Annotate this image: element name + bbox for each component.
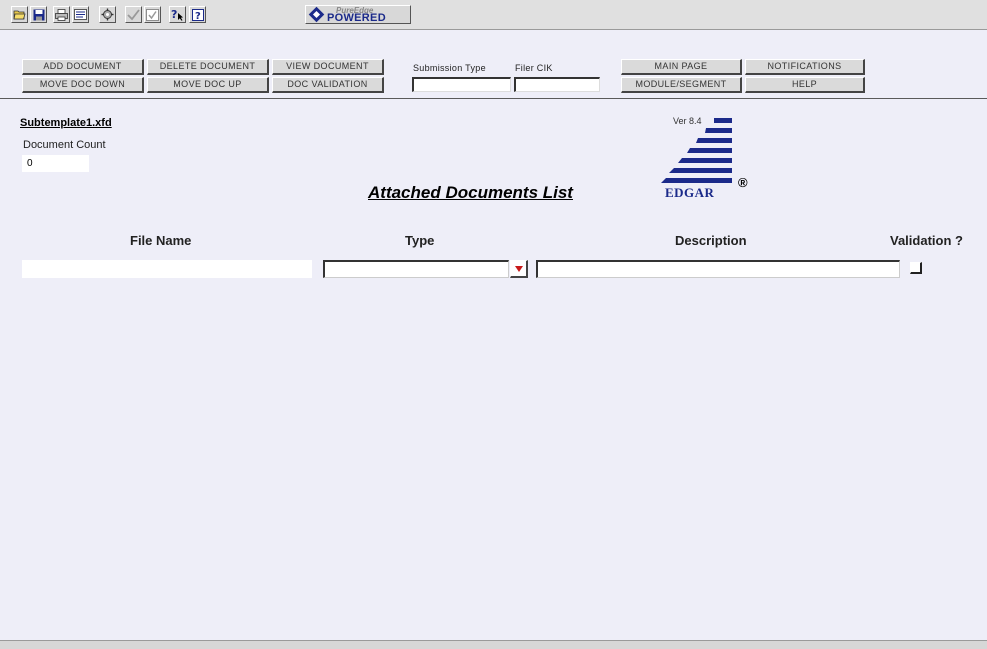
diamond-icon <box>308 6 325 23</box>
help-icon[interactable]: ? <box>189 6 206 23</box>
open-folder-icon[interactable] <box>11 6 28 23</box>
submission-type-label: Submission Type <box>413 63 486 73</box>
filer-cik-label: Filer CIK <box>515 63 553 73</box>
main-page-button[interactable]: MAIN PAGE <box>621 59 742 75</box>
edgar-logo: Ver 8.4 EDGAR ® <box>656 113 766 203</box>
validation-checkbox[interactable] <box>910 262 922 274</box>
bottom-scrollbar[interactable] <box>0 640 987 649</box>
move-doc-down-button[interactable]: MOVE DOC DOWN <box>22 77 144 93</box>
settings-icon[interactable] <box>99 6 116 23</box>
save-icon[interactable] <box>30 6 47 23</box>
toolbar: ? ? PureEdge POWERED <box>0 0 987 30</box>
header-panel: ADD DOCUMENT DELETE DOCUMENT VIEW DOCUME… <box>0 31 987 99</box>
preview-icon[interactable] <box>72 6 89 23</box>
pointer-help-icon[interactable]: ? <box>169 6 186 23</box>
column-header-validation: Validation ? <box>890 233 963 248</box>
logo-text: POWERED <box>327 12 386 24</box>
document-count-value: 0 <box>22 155 89 172</box>
doc-validation-button[interactable]: DOC VALIDATION <box>272 77 384 93</box>
document-count-label: Document Count <box>23 139 106 151</box>
edgar-brand: EDGAR <box>665 185 715 200</box>
module-segment-button[interactable]: MODULE/SEGMENT <box>621 77 742 93</box>
add-document-button[interactable]: ADD DOCUMENT <box>22 59 144 75</box>
checklist-icon[interactable] <box>144 6 161 23</box>
column-header-file-name: File Name <box>130 233 192 248</box>
column-header-description: Description <box>675 233 747 248</box>
print-icon[interactable] <box>53 6 70 23</box>
filer-cik-input[interactable] <box>514 77 600 92</box>
template-filename: Subtemplate1.xfd <box>20 117 112 129</box>
registered-mark: ® <box>738 175 748 190</box>
svg-text:?: ? <box>171 8 177 21</box>
type-select[interactable] <box>323 260 509 278</box>
check-icon[interactable] <box>125 6 142 23</box>
svg-text:?: ? <box>195 11 201 21</box>
page-title: Attached Documents List <box>368 183 573 202</box>
type-dropdown-button[interactable] <box>510 260 528 278</box>
view-document-button[interactable]: VIEW DOCUMENT <box>272 59 384 75</box>
submission-type-input[interactable] <box>412 77 511 92</box>
file-name-input[interactable] <box>22 260 312 278</box>
move-doc-up-button[interactable]: MOVE DOC UP <box>147 77 269 93</box>
description-input[interactable] <box>536 260 900 278</box>
dropdown-arrow-icon <box>514 265 523 272</box>
delete-document-button[interactable]: DELETE DOCUMENT <box>147 59 269 75</box>
pureedge-logo[interactable]: PureEdge POWERED <box>305 5 411 24</box>
column-header-type: Type <box>405 233 435 248</box>
notifications-button[interactable]: NOTIFICATIONS <box>745 59 865 75</box>
help-button[interactable]: HELP <box>745 77 865 93</box>
